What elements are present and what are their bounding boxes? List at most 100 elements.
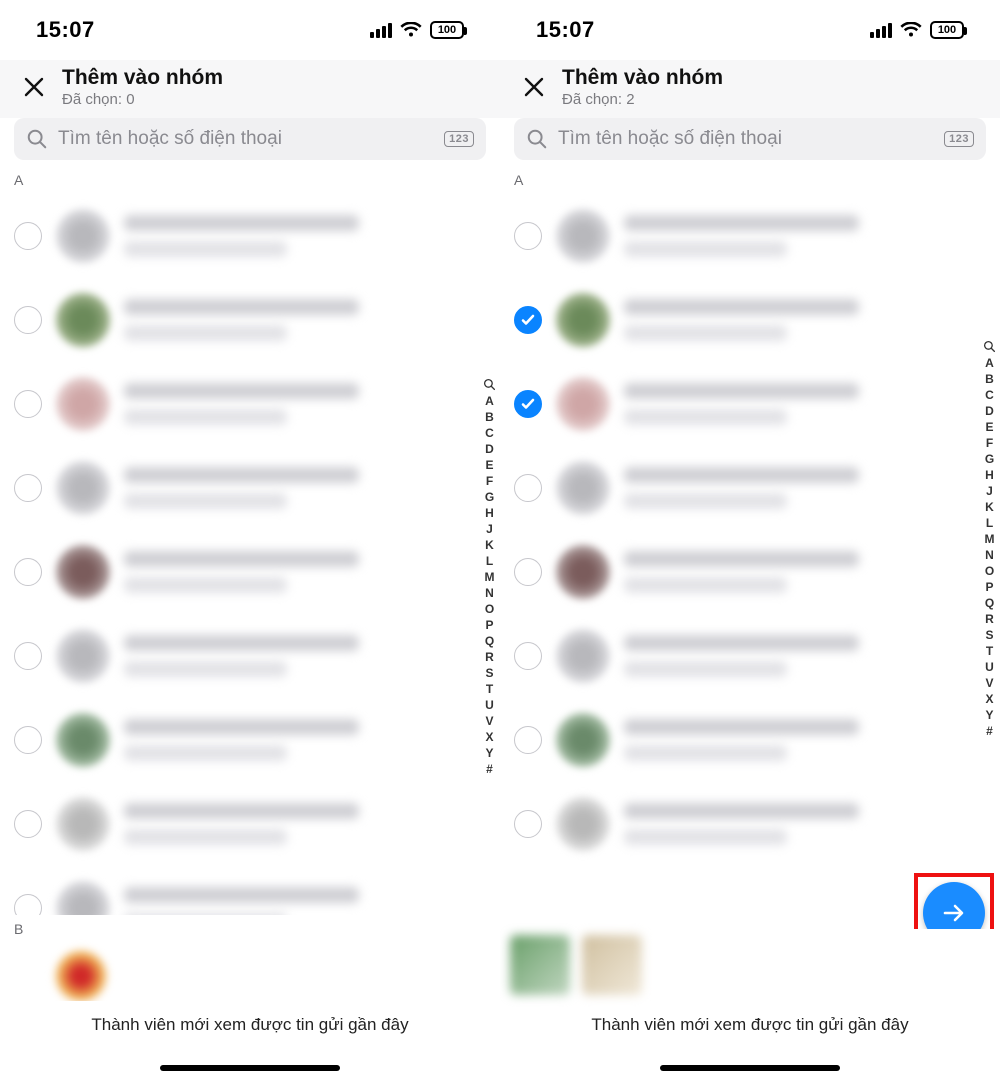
alpha-index-letter[interactable]: K bbox=[485, 537, 494, 553]
checkbox-unchecked-icon[interactable] bbox=[14, 810, 42, 838]
contact-row[interactable] bbox=[500, 614, 1000, 698]
alpha-index-letter[interactable]: V bbox=[485, 713, 493, 729]
checkbox-unchecked-icon[interactable] bbox=[14, 558, 42, 586]
selected-thumbnail[interactable] bbox=[510, 935, 570, 995]
contact-row[interactable] bbox=[500, 194, 1000, 278]
alpha-index-letter[interactable]: M bbox=[485, 569, 495, 585]
home-indicator[interactable] bbox=[660, 1065, 840, 1071]
alpha-index-letter[interactable]: Y bbox=[485, 745, 493, 761]
alpha-index-letter[interactable]: P bbox=[485, 617, 493, 633]
alpha-index-letter[interactable]: M bbox=[985, 531, 995, 547]
checkbox-unchecked-icon[interactable] bbox=[14, 726, 42, 754]
alpha-index-letter[interactable]: J bbox=[986, 483, 993, 499]
alpha-index-letter[interactable]: H bbox=[485, 505, 494, 521]
contact-row[interactable] bbox=[500, 278, 1000, 362]
checkbox-unchecked-icon[interactable] bbox=[14, 642, 42, 670]
alpha-index-letter[interactable]: G bbox=[485, 489, 494, 505]
search-input[interactable] bbox=[558, 128, 934, 150]
alpha-index-letter[interactable]: K bbox=[985, 499, 994, 515]
alpha-index-letter[interactable]: F bbox=[486, 473, 493, 489]
checkbox-checked-icon[interactable] bbox=[514, 390, 542, 418]
contact-list[interactable] bbox=[500, 194, 1000, 864]
contact-row[interactable] bbox=[500, 362, 1000, 446]
checkbox-unchecked-icon[interactable] bbox=[514, 222, 542, 250]
checkbox-unchecked-icon[interactable] bbox=[514, 810, 542, 838]
alpha-index-letter[interactable]: R bbox=[985, 611, 994, 627]
alpha-index-letter[interactable]: S bbox=[985, 627, 993, 643]
search-input[interactable] bbox=[58, 128, 434, 150]
alpha-index-letter[interactable]: # bbox=[486, 761, 493, 777]
checkbox-unchecked-icon[interactable] bbox=[514, 474, 542, 502]
keypad-toggle-icon[interactable]: 123 bbox=[444, 131, 474, 147]
alpha-index-letter[interactable]: A bbox=[485, 393, 494, 409]
contact-row[interactable] bbox=[500, 698, 1000, 782]
alpha-index-letter[interactable]: A bbox=[985, 355, 994, 371]
close-icon[interactable] bbox=[522, 75, 546, 99]
alpha-index-letter[interactable]: S bbox=[485, 665, 493, 681]
alpha-index-letter[interactable]: L bbox=[986, 515, 993, 531]
alpha-index[interactable]: ABCDEFGHJKLMNOPQRSTUVXY# bbox=[483, 378, 496, 777]
alpha-index-letter[interactable]: H bbox=[985, 467, 994, 483]
alpha-index-letter[interactable]: L bbox=[486, 553, 493, 569]
home-indicator[interactable] bbox=[160, 1065, 340, 1071]
alpha-index-letter[interactable]: F bbox=[986, 435, 993, 451]
alpha-index-letter[interactable]: G bbox=[985, 451, 994, 467]
alpha-index-letter[interactable]: C bbox=[485, 425, 494, 441]
alpha-search-icon[interactable] bbox=[483, 378, 496, 391]
alpha-index-letter[interactable]: U bbox=[485, 697, 494, 713]
contact-row[interactable] bbox=[0, 530, 500, 614]
alpha-index-letter[interactable]: D bbox=[985, 403, 994, 419]
contact-text bbox=[124, 803, 486, 845]
alpha-index-letter[interactable]: E bbox=[485, 457, 493, 473]
checkbox-unchecked-icon[interactable] bbox=[14, 390, 42, 418]
contact-row[interactable] bbox=[0, 362, 500, 446]
contact-row[interactable] bbox=[0, 194, 500, 278]
alpha-search-icon[interactable] bbox=[983, 340, 996, 353]
contact-row[interactable] bbox=[0, 698, 500, 782]
alpha-index-letter[interactable]: P bbox=[985, 579, 993, 595]
alpha-index-letter[interactable]: N bbox=[485, 585, 494, 601]
alpha-index-letter[interactable]: U bbox=[985, 659, 994, 675]
alpha-index-letter[interactable]: V bbox=[985, 675, 993, 691]
checkbox-unchecked-icon[interactable] bbox=[14, 306, 42, 334]
alpha-index[interactable]: ABCDEFGHJKLMNOPQRSTUVXY# bbox=[983, 340, 996, 739]
alpha-index-letter[interactable]: # bbox=[986, 723, 993, 739]
contact-row[interactable] bbox=[500, 446, 1000, 530]
checkbox-unchecked-icon[interactable] bbox=[514, 726, 542, 754]
alpha-index-letter[interactable]: B bbox=[985, 371, 994, 387]
selected-strip[interactable] bbox=[500, 929, 1000, 1001]
search-bar[interactable]: 123 bbox=[514, 118, 986, 160]
alpha-index-letter[interactable]: E bbox=[985, 419, 993, 435]
alpha-index-letter[interactable]: O bbox=[485, 601, 494, 617]
alpha-index-letter[interactable]: T bbox=[986, 643, 993, 659]
checkbox-unchecked-icon[interactable] bbox=[514, 642, 542, 670]
alpha-index-letter[interactable]: T bbox=[486, 681, 493, 697]
contact-row[interactable] bbox=[500, 530, 1000, 614]
contact-row[interactable] bbox=[0, 782, 500, 866]
checkbox-unchecked-icon[interactable] bbox=[514, 558, 542, 586]
close-icon[interactable] bbox=[22, 75, 46, 99]
alpha-index-letter[interactable]: J bbox=[486, 521, 493, 537]
alpha-index-letter[interactable]: Y bbox=[985, 707, 993, 723]
alpha-index-letter[interactable]: C bbox=[985, 387, 994, 403]
contact-row[interactable] bbox=[500, 782, 1000, 864]
contact-list[interactable] bbox=[0, 194, 500, 934]
alpha-index-letter[interactable]: B bbox=[485, 409, 494, 425]
alpha-index-letter[interactable]: X bbox=[485, 729, 493, 745]
contact-row[interactable] bbox=[0, 278, 500, 362]
checkbox-unchecked-icon[interactable] bbox=[14, 222, 42, 250]
contact-row[interactable] bbox=[0, 614, 500, 698]
alpha-index-letter[interactable]: N bbox=[985, 547, 994, 563]
contact-row[interactable] bbox=[0, 446, 500, 530]
alpha-index-letter[interactable]: O bbox=[985, 563, 994, 579]
alpha-index-letter[interactable]: R bbox=[485, 649, 494, 665]
alpha-index-letter[interactable]: X bbox=[985, 691, 993, 707]
search-bar[interactable]: 123 bbox=[14, 118, 486, 160]
checkbox-unchecked-icon[interactable] bbox=[14, 474, 42, 502]
alpha-index-letter[interactable]: Q bbox=[985, 595, 994, 611]
alpha-index-letter[interactable]: D bbox=[485, 441, 494, 457]
checkbox-checked-icon[interactable] bbox=[514, 306, 542, 334]
alpha-index-letter[interactable]: Q bbox=[485, 633, 494, 649]
selected-thumbnail[interactable] bbox=[582, 935, 642, 995]
keypad-toggle-icon[interactable]: 123 bbox=[944, 131, 974, 147]
